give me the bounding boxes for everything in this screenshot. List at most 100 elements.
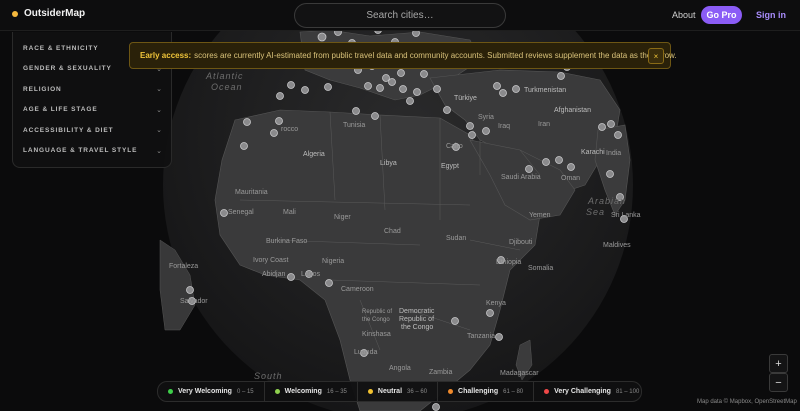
label-senegal: Senegal [228, 209, 254, 216]
label-ivory-coast: Ivory Coast [253, 257, 289, 264]
label-mali: Mali [283, 209, 296, 216]
chevron-down-icon: ⌄ [156, 86, 162, 94]
map-attribution[interactable]: Map data © Mapbox, OpenStreetMap [697, 399, 797, 405]
label-turkmenistan: Turkmenistan [524, 87, 567, 94]
label-chad: Chad [384, 228, 401, 235]
label-luanda: Luanda [354, 349, 378, 356]
label-fortaleza: Fortaleza [169, 263, 199, 270]
search-box[interactable] [294, 3, 506, 28]
label-angola: Angola [389, 365, 411, 372]
label-lagos: Lagos [301, 271, 321, 278]
label-iraq: Iraq [498, 123, 511, 130]
brand-logo[interactable]: OutsiderMap [12, 8, 85, 19]
zoom-in-button[interactable]: + [769, 354, 788, 373]
banner-strong: Early access: [140, 51, 192, 60]
label-turkiye: Türkiye [454, 95, 477, 102]
chevron-down-icon: ⌄ [156, 127, 162, 135]
label-egypt: Egypt [441, 163, 459, 170]
legend-range: 0 – 15 [236, 388, 254, 395]
label-kenya: Kenya [486, 300, 506, 307]
label-cameroon: Cameroon [341, 286, 374, 293]
filter-accessibility-diet[interactable]: ACCESSIBILITY & DIET ⌄ [13, 120, 171, 141]
sign-in-link[interactable]: Sign in [756, 10, 786, 20]
legend-label: Very Welcoming [178, 388, 232, 395]
legend-dot-icon [168, 389, 173, 394]
label-abidjan: Abidjan [262, 271, 286, 278]
label-south: South [254, 371, 283, 381]
brand-name: OutsiderMap [24, 8, 86, 19]
label-drc-1: Democratic [399, 308, 435, 315]
label-drc-2: Republic of [399, 316, 435, 323]
legend-range: 16 – 35 [326, 388, 347, 395]
chevron-down-icon: ⌄ [156, 147, 162, 155]
label-oman: Oman [561, 175, 581, 182]
label-kinshasa: Kinshasa [362, 331, 391, 338]
legend-challenging[interactable]: Challenging 61 – 80 [438, 382, 535, 401]
brand-dot-icon [12, 10, 18, 17]
label-india: India [606, 150, 622, 157]
label-atlantic-ocean: Ocean [211, 82, 243, 92]
label-sudan: Sudan [446, 235, 467, 242]
label-arabian: Arabian [588, 196, 627, 206]
legend-dot-icon [544, 389, 550, 394]
filter-label: RELIGION [23, 85, 62, 93]
label-saudi: Saudi Arabia [501, 174, 541, 181]
filter-label: AGE & LIFE STAGE [23, 106, 98, 114]
label-atlantic: Atlantic [206, 71, 244, 81]
label-ethiopia: Ethiopia [496, 259, 522, 266]
label-iran: Iran [538, 121, 551, 128]
legend-dot-icon [367, 389, 373, 394]
label-arabian-sea: Sea [586, 207, 606, 217]
search-input[interactable] [295, 10, 505, 21]
label-srilanka: Sri Lanka [611, 212, 641, 219]
legend-label: Welcoming [284, 388, 322, 395]
legend-very-challenging[interactable]: Very Challenging 81 – 100 [534, 382, 649, 401]
filter-language-travel-style[interactable]: LANGUAGE & TRAVEL STYLE ⌄ [13, 141, 171, 162]
filter-age-life-stage[interactable]: AGE & LIFE STAGE ⌄ [13, 100, 171, 121]
filter-label: ACCESSIBILITY & DIET [23, 126, 114, 134]
label-zambia: Zambia [429, 369, 453, 376]
label-karachi: Karachi [581, 149, 605, 156]
label-algeria: Algeria [303, 151, 325, 158]
label-tunisia: Tunisia [343, 122, 366, 129]
legend-label: Very Challenging [554, 388, 611, 395]
label-nigeria: Nigeria [322, 258, 345, 265]
early-access-banner: Early access: scores are currently AI-est… [129, 42, 677, 69]
label-madagascar: Madagascar [500, 370, 539, 377]
legend-range: 61 – 80 [503, 388, 524, 395]
filter-religion[interactable]: RELIGION ⌄ [13, 79, 171, 100]
label-salvador: Salvador [180, 298, 208, 305]
legend-label: Neutral [377, 388, 403, 395]
label-morocco: rocco [281, 126, 299, 133]
banner-text: Early access: scores are currently AI-est… [140, 51, 677, 60]
legend-range: 81 – 100 [615, 388, 640, 395]
label-cairo: Cairo [446, 143, 463, 150]
label-libya: Libya [380, 160, 397, 167]
banner-message: scores are currently AI-estimated from p… [194, 51, 677, 60]
label-somalia: Somalia [528, 265, 554, 272]
label-burkina: Burkina Faso [266, 238, 308, 245]
label-drc-3: the Congo [401, 324, 434, 331]
zoom-out-button[interactable]: − [769, 373, 788, 392]
go-pro-button[interactable]: Go Pro [701, 6, 742, 24]
legend-neutral[interactable]: Neutral 36 – 60 [358, 382, 439, 401]
label-maldives: Maldives [603, 242, 631, 249]
top-navbar: OutsiderMap About Go Pro Sign in [0, 0, 800, 31]
label-tanzania: Tanzania [467, 333, 496, 340]
legend-very-welcoming[interactable]: Very Welcoming 0 – 15 [158, 382, 265, 401]
legend-label: Challenging [458, 388, 499, 395]
filter-label: RACE & ETHNICITY [23, 44, 99, 52]
chevron-down-icon: ⌄ [156, 106, 162, 114]
label-yemen: Yemen [529, 212, 551, 219]
label-mauritania: Mauritania [235, 189, 268, 196]
label-syria: Syria [478, 114, 494, 121]
label-afghanistan: Afghanistan [554, 107, 591, 114]
filter-label: GENDER & SEXUALITY [23, 65, 112, 73]
score-legend: Very Welcoming 0 – 15 Welcoming 16 – 35 … [157, 381, 642, 402]
legend-welcoming[interactable]: Welcoming 16 – 35 [265, 382, 358, 401]
legend-range: 36 – 60 [407, 388, 428, 395]
about-link[interactable]: About [672, 10, 696, 20]
legend-dot-icon [448, 389, 454, 394]
banner-close-button[interactable]: × [648, 48, 664, 64]
label-djibouti: Djibouti [509, 239, 533, 246]
